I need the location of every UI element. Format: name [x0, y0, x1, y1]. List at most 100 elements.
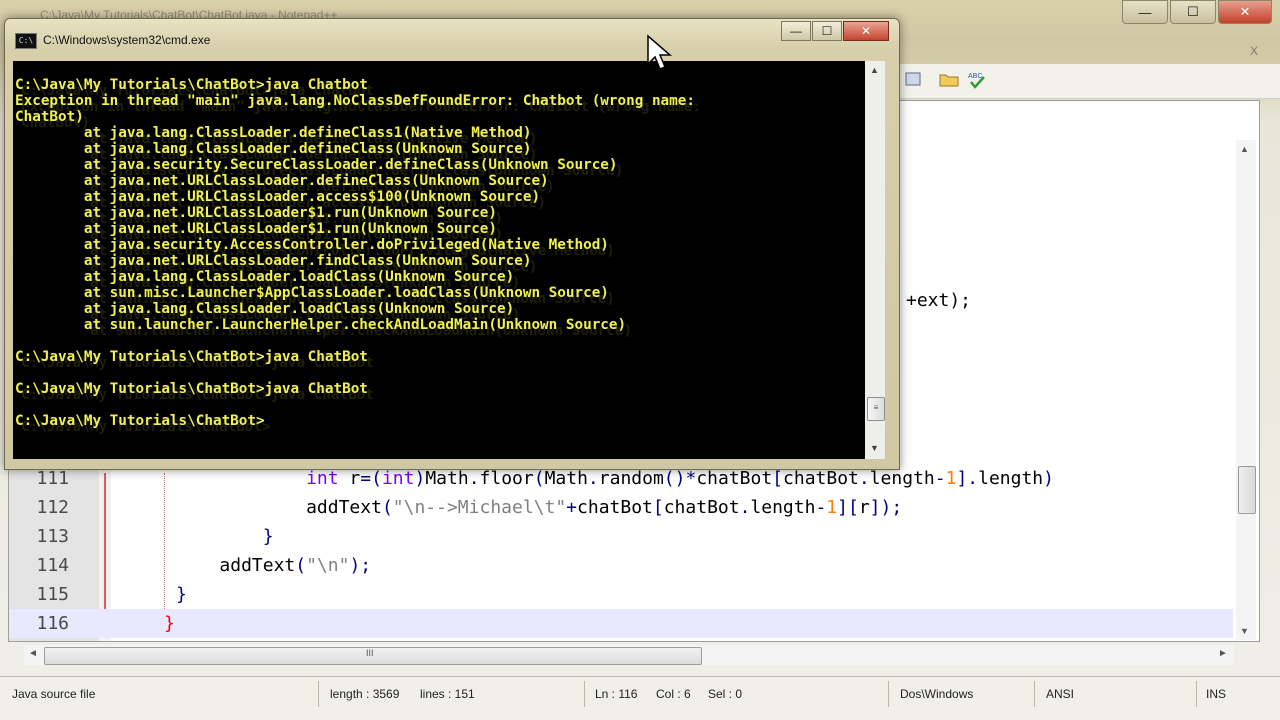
scroll-right-arrow-icon[interactable]: ► [1218, 648, 1228, 659]
scroll-left-arrow-icon[interactable]: ◄ [28, 648, 38, 659]
status-file-type: Java source file [12, 687, 96, 701]
line-number: 113 [36, 526, 69, 547]
console-line: Exception in thread "main" java.lang.NoC… [15, 93, 695, 109]
console-line: at java.net.URLClassLoader$1.run(Unknown… [15, 205, 498, 221]
console-text: C:\Java\My Tutorials\ChatBot>java Chatbo… [15, 77, 861, 429]
console-line: C:\Java\My Tutorials\ChatBot>java Chatbo… [15, 77, 368, 93]
code-line[interactable]: 113 } [9, 522, 1233, 551]
status-selection: Sel : 0 [708, 687, 743, 701]
code-token: ]. [956, 468, 979, 489]
console-output[interactable]: C:\Java\My Tutorials\ChatBot>java Chatbo… [13, 61, 865, 459]
code-token: chatBot [577, 497, 653, 518]
code-text: addText("\n-->Michael\t"+chatBot[chatBot… [111, 493, 902, 522]
status-insert-mode[interactable]: INS [1206, 687, 1226, 701]
console-line: at java.lang.ClassLoader.loadClass(Unkno… [15, 301, 515, 317]
console-line: at java.security.AccessController.doPriv… [15, 237, 609, 253]
code-token: ]); [869, 497, 903, 518]
code-token: r [338, 468, 361, 489]
mouse-cursor-icon [647, 34, 673, 70]
line-number: 114 [36, 555, 69, 576]
console-line: at java.security.SecureClassLoader.defin… [15, 157, 618, 173]
cmd-close-button[interactable]: ✕ [843, 21, 889, 41]
scroll-down-arrow-icon[interactable]: ▼ [1240, 626, 1249, 636]
npp-toolbar: ABC [900, 64, 1280, 99]
code-token: ( [381, 497, 393, 518]
code-token: chatBot [696, 468, 773, 489]
cmd-scroll-up-arrow-icon[interactable]: ▲ [870, 65, 879, 75]
code-line[interactable]: 115 } [9, 580, 1233, 609]
code-text: addText("\n"); [111, 551, 371, 580]
code-token: int [381, 468, 415, 489]
code-token: . [468, 468, 480, 489]
code-token: int [306, 468, 339, 489]
status-lines: lines : 151 [420, 687, 475, 701]
code-token: "\n-->Michael\t" [392, 497, 567, 518]
status-bar: Java source file length : 3569 lines : 1… [0, 676, 1280, 711]
cmd-maximize-button[interactable]: ☐ [812, 21, 842, 41]
console-line: at sun.misc.Launcher$AppClassLoader.load… [15, 285, 609, 301]
zoom-icon[interactable] [902, 70, 924, 92]
code-line[interactable]: 114 addText("\n"); [9, 551, 1233, 580]
code-token: . [587, 468, 599, 489]
code-token: floor [479, 468, 534, 489]
line-number: 116 [36, 613, 69, 634]
code-text: } [111, 580, 187, 609]
scroll-up-arrow-icon[interactable]: ▲ [1240, 144, 1249, 154]
npp-minimize-button[interactable]: — [1122, 0, 1168, 24]
code-token: addText [306, 497, 382, 518]
cmd-icon[interactable]: C:\ [15, 33, 37, 49]
code-token: =( [360, 468, 382, 489]
editor-vertical-scrollbar[interactable]: ▲ ▼ [1236, 140, 1256, 640]
code-token: ()* [663, 468, 697, 489]
code-token: 1 [945, 468, 957, 489]
code-token: } [164, 613, 175, 634]
cmd-minimize-button[interactable]: — [781, 21, 811, 41]
tab-close-icon[interactable]: X [1250, 44, 1258, 58]
code-token: ( [533, 468, 545, 489]
console-line: C:\Java\My Tutorials\ChatBot>java ChatBo… [15, 349, 368, 365]
npp-maximize-button[interactable]: ☐ [1170, 0, 1216, 24]
code-token: } [176, 584, 187, 605]
code-token: Math [425, 468, 469, 489]
console-line: at java.net.URLClassLoader.defineClass(U… [15, 173, 549, 189]
folder-icon[interactable] [938, 70, 960, 92]
cmd-vertical-scroll-thumb[interactable]: ≡ [867, 397, 885, 421]
cmd-window[interactable]: C:\ C:\Windows\system32\cmd.exe — ☐ ✕ C:… [4, 18, 900, 470]
editor-vertical-scroll-thumb[interactable] [1238, 466, 1256, 514]
code-token: random [598, 468, 664, 489]
code-line[interactable]: 116} [9, 609, 1233, 638]
scroll-grip-icon: III [366, 648, 374, 658]
console-line: at java.net.URLClassLoader.access$100(Un… [15, 189, 541, 205]
console-line: C:\Java\My Tutorials\ChatBot> [15, 413, 265, 429]
code-token: [ [652, 497, 664, 518]
status-length: length : 3569 [330, 687, 400, 701]
cmd-window-title: C:\Windows\system32\cmd.exe [43, 33, 211, 47]
code-token: "\n" [306, 555, 350, 576]
status-encoding[interactable]: ANSI [1046, 687, 1074, 701]
status-eol-format[interactable]: Dos\Windows [900, 687, 973, 701]
cmd-scroll-down-arrow-icon[interactable]: ▼ [870, 443, 879, 453]
code-token: chatBot [783, 468, 859, 489]
console-line: at sun.launcher.LauncherHelper.checkAndL… [15, 317, 627, 333]
code-token: ) [414, 468, 426, 489]
code-token: [ [772, 468, 784, 489]
svg-text:ABC: ABC [968, 73, 982, 80]
npp-close-button[interactable]: ✕ [1218, 0, 1272, 24]
spellcheck-icon[interactable]: ABC [966, 70, 988, 92]
code-line[interactable]: 112 addText("\n-->Michael\t"+chatBot[cha… [9, 493, 1233, 522]
console-line: at java.net.URLClassLoader.findClass(Unk… [15, 253, 532, 269]
status-line-number: Ln : 116 [595, 687, 638, 701]
code-fragment: +ext); [906, 290, 972, 311]
code-token: chatBot [663, 497, 740, 518]
code-token: . [858, 468, 870, 489]
code-token: - [815, 497, 827, 518]
code-token: length [869, 468, 935, 489]
